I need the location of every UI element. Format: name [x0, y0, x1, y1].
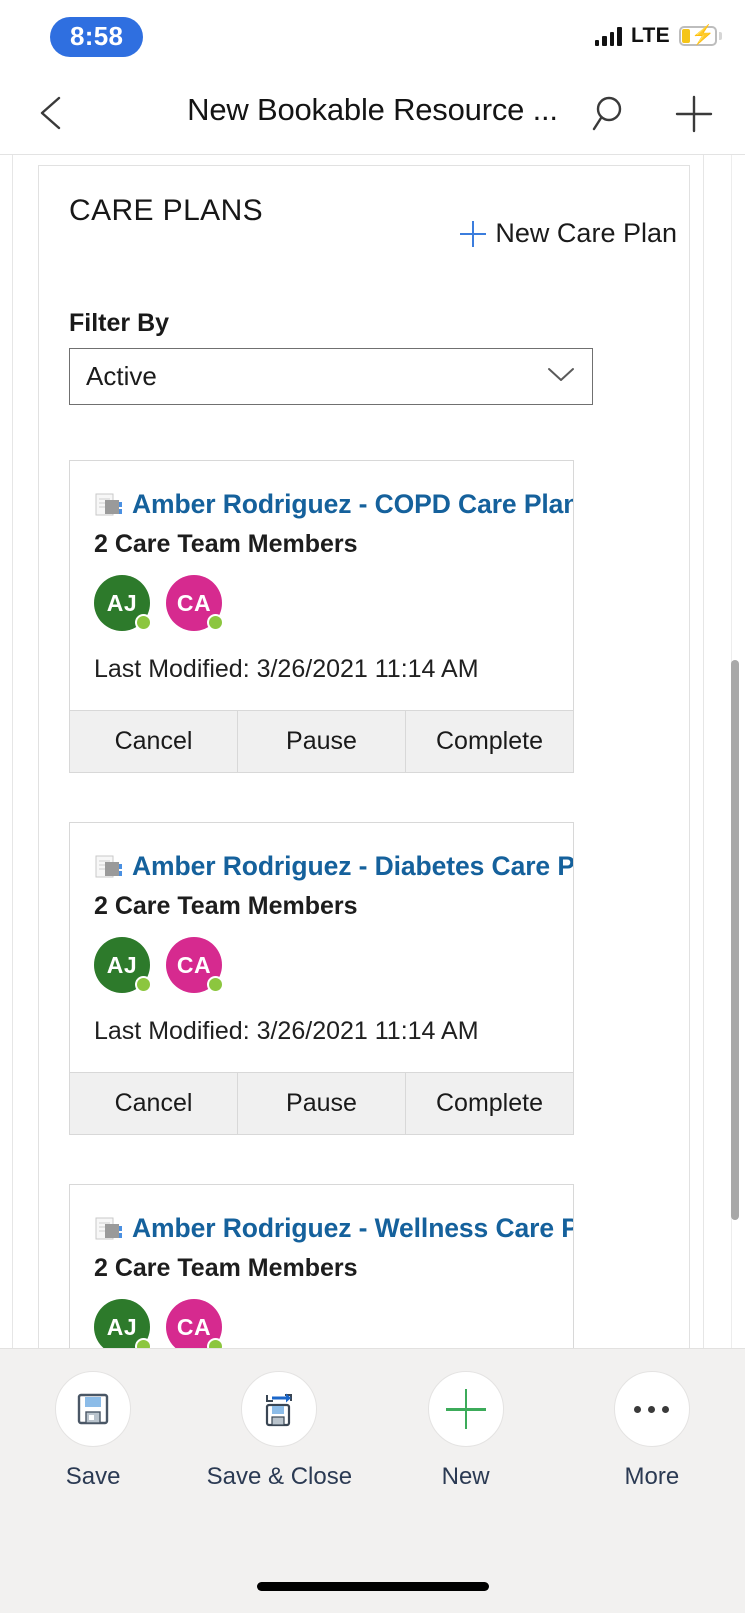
document-icon: [94, 490, 124, 520]
avatar-initials: AJ: [106, 589, 138, 616]
care-team-avatars: AJ CA: [70, 921, 573, 993]
save-button[interactable]: Save: [0, 1371, 186, 1540]
plus-icon[interactable]: [671, 91, 717, 142]
plus-icon: [460, 220, 487, 247]
cancel-button[interactable]: Cancel: [70, 711, 238, 772]
plus-icon: [427, 1371, 504, 1447]
new-label: New: [441, 1463, 490, 1490]
more-button[interactable]: More: [559, 1371, 745, 1540]
more-ellipsis-icon: [613, 1371, 690, 1447]
presence-available-icon: [207, 614, 224, 631]
save-and-close-label: Save & Close: [206, 1463, 353, 1490]
battery-charging-icon: ⚡: [679, 26, 722, 46]
care-plan-card[interactable]: Amber Rodriguez - COPD Care Plan 2 Care …: [69, 460, 574, 773]
presence-available-icon: [207, 976, 224, 993]
care-team-avatars: AJ CA: [70, 1283, 573, 1348]
care-plan-actions: Cancel Pause Complete: [70, 1072, 573, 1134]
avatar[interactable]: CA: [166, 937, 224, 993]
status-indicators: LTE ⚡: [594, 24, 722, 48]
app-nav-bar: New Bookable Resource ...: [0, 72, 745, 155]
save-label: Save: [65, 1463, 121, 1490]
avatar-initials: AJ: [106, 1313, 138, 1340]
presence-available-icon: [135, 1338, 152, 1348]
care-plan-title-link[interactable]: Amber Rodriguez - Wellness Care Pla: [132, 1213, 573, 1244]
section-heading: CARE PLANS: [69, 194, 264, 227]
new-button[interactable]: New: [373, 1371, 559, 1540]
care-plan-title-link[interactable]: Amber Rodriguez - COPD Care Plan: [132, 489, 573, 520]
care-team-members-count: 2 Care Team Members: [94, 530, 358, 558]
new-care-plan-label: New Care Plan: [495, 218, 677, 248]
left-rail-divider: [12, 155, 13, 1348]
document-icon: [94, 852, 124, 882]
home-indicator[interactable]: [256, 1582, 489, 1591]
care-team-members-count: 2 Care Team Members: [94, 1254, 358, 1282]
pause-button[interactable]: Pause: [238, 711, 406, 772]
care-plan-title-link[interactable]: Amber Rodriguez - Diabetes Care Pla: [132, 851, 573, 882]
care-plan-title-row[interactable]: Amber Rodriguez - COPD Care Plan: [70, 489, 573, 520]
care-plan-card-body: Amber Rodriguez - COPD Care Plan 2 Care …: [70, 461, 573, 710]
filter-by-value: Active: [86, 361, 157, 391]
document-icon: [94, 1214, 124, 1244]
presence-available-icon: [135, 614, 152, 631]
avatar[interactable]: AJ: [94, 937, 152, 993]
save-and-close-icon: [241, 1371, 318, 1447]
care-team-avatars: AJ CA: [70, 559, 573, 631]
care-plan-card[interactable]: Amber Rodriguez - Diabetes Care Pla 2 Ca…: [69, 822, 574, 1135]
search-icon[interactable]: [589, 91, 635, 142]
avatar[interactable]: CA: [166, 1299, 224, 1348]
last-modified-text: Last Modified: 3/26/2021 11:14 AM: [94, 655, 479, 683]
chevron-down-icon: [546, 365, 576, 388]
care-plan-title-row[interactable]: Amber Rodriguez - Diabetes Care Pla: [70, 851, 573, 882]
avatar[interactable]: AJ: [94, 575, 152, 631]
complete-button[interactable]: Complete: [406, 1073, 573, 1134]
bottom-command-bar: Save Save & Close New More: [0, 1348, 745, 1540]
last-modified-text: Last Modified: 3/26/2021 11:14 AM: [94, 1017, 479, 1045]
presence-available-icon: [207, 1338, 224, 1348]
filter-by-select[interactable]: Active: [69, 348, 593, 405]
avatar-initials: CA: [176, 1313, 212, 1340]
care-team-members-count: 2 Care Team Members: [94, 892, 358, 920]
save-icon: [55, 1371, 132, 1447]
new-care-plan-button[interactable]: New Care Plan: [460, 218, 677, 249]
complete-button[interactable]: Complete: [406, 711, 573, 772]
pause-button[interactable]: Pause: [238, 1073, 406, 1134]
cancel-button[interactable]: Cancel: [70, 1073, 238, 1134]
signal-bars-icon: [594, 26, 622, 46]
home-indicator-area: [0, 1540, 745, 1613]
avatar-initials: CA: [176, 951, 212, 978]
phone-screen: 8:58 LTE ⚡ New Bookable Resource ... CAR…: [0, 0, 745, 1613]
avatar[interactable]: AJ: [94, 1299, 152, 1348]
status-bar: 8:58 LTE ⚡: [0, 0, 745, 72]
care-plan-actions: Cancel Pause Complete: [70, 710, 573, 772]
care-plan-card[interactable]: Amber Rodriguez - Wellness Care Pla 2 Ca…: [69, 1184, 574, 1348]
avatar-initials: CA: [176, 589, 212, 616]
care-plans-panel: CARE PLANS New Care Plan Filter By Activ…: [38, 165, 690, 1348]
care-plan-card-body: Amber Rodriguez - Diabetes Care Pla 2 Ca…: [70, 823, 573, 1072]
right-rail-divider: [703, 155, 704, 1348]
status-time-recording-pill: 8:58: [50, 17, 144, 57]
care-plan-title-row[interactable]: Amber Rodriguez - Wellness Care Pla: [70, 1213, 573, 1244]
more-label: More: [624, 1463, 680, 1490]
avatar-initials: AJ: [106, 951, 138, 978]
network-type-label: LTE: [630, 24, 670, 47]
filter-by-label: Filter By: [69, 309, 170, 337]
avatar[interactable]: CA: [166, 575, 224, 631]
care-plan-card-body: Amber Rodriguez - Wellness Care Pla 2 Ca…: [70, 1185, 573, 1348]
vertical-scrollbar-thumb[interactable]: [731, 660, 739, 1220]
presence-available-icon: [135, 976, 152, 993]
save-and-close-button[interactable]: Save & Close: [186, 1371, 372, 1540]
content-scroll-area[interactable]: CARE PLANS New Care Plan Filter By Activ…: [0, 155, 745, 1348]
